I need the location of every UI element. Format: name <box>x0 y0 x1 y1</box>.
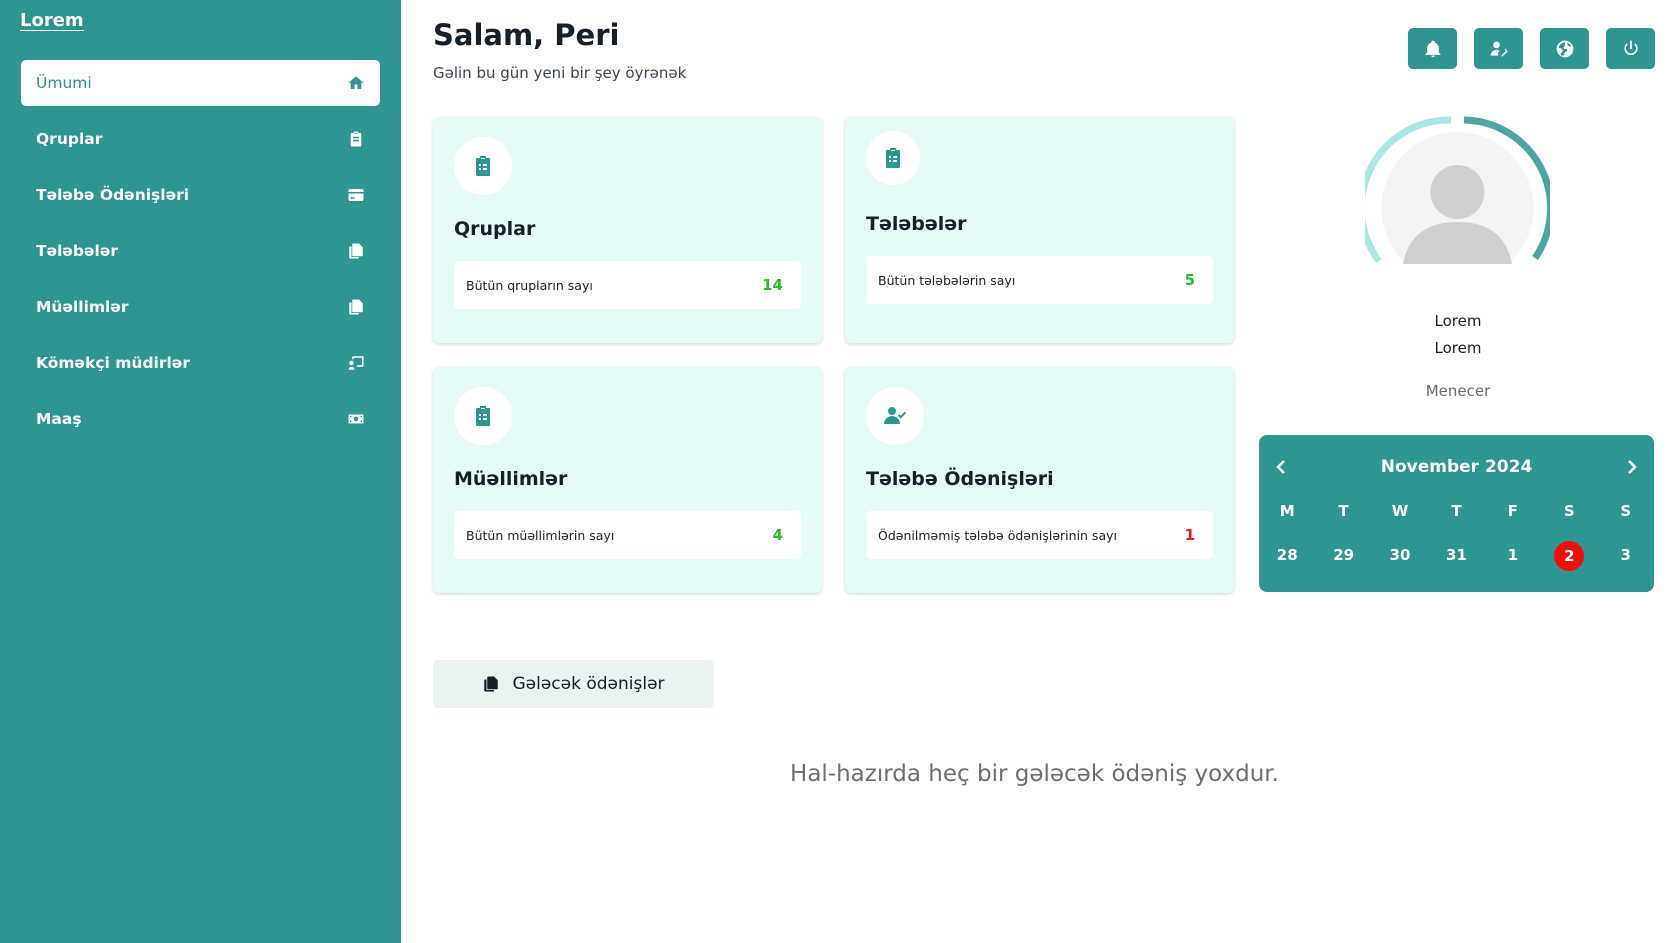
sidebar-item-qruplar[interactable]: Qruplar <box>21 116 380 162</box>
weekday-label: S <box>1620 502 1632 520</box>
card-title: Qruplar <box>454 218 536 240</box>
calendar-day-label: 31 <box>1446 546 1467 564</box>
card-stat-row: Bütün müəllimlərin sayı 4 <box>454 511 801 559</box>
edit-profile-button[interactable] <box>1474 28 1523 69</box>
sidebar: Lorem Ümumi Qruplar Tələbə Ödənişləri Tə… <box>0 0 401 943</box>
weekday-label: T <box>1338 502 1349 520</box>
clipboard-list-icon <box>866 131 920 185</box>
upcoming-payments-button[interactable]: Gələcək ödənişlər <box>433 660 714 708</box>
sidebar-item-label: Ümumi <box>36 74 92 92</box>
sidebar-item-label: Maaş <box>36 410 82 428</box>
clipboard-list-icon <box>454 137 512 195</box>
copy-icon <box>484 676 499 692</box>
card-title: Müəllimlər <box>454 468 568 490</box>
logout-button[interactable] <box>1606 28 1655 69</box>
card-stat-label: Ödənilməmiş tələbə ödənişlərinin sayı <box>878 527 1117 543</box>
calendar-day[interactable]: 3 <box>1598 541 1654 569</box>
bell-icon <box>1425 40 1440 57</box>
language-button[interactable] <box>1540 28 1589 69</box>
calendar-day-today[interactable]: 2 <box>1541 541 1597 571</box>
copy-icon <box>346 241 366 261</box>
card-stat-row: Ödənilməmiş tələbə ödənişlərinin sayı 1 <box>866 511 1213 559</box>
sidebar-item-komekci-mudirler[interactable]: Köməkçi müdirlər <box>21 340 380 386</box>
calendar-day-label: 28 <box>1276 546 1298 564</box>
card-title: Tələbə Ödənişləri <box>866 468 1054 490</box>
calendar-month-label: November 2024 <box>1380 457 1533 477</box>
calendar-day[interactable]: 30 <box>1372 541 1428 569</box>
weekday-label: F <box>1507 502 1519 520</box>
calendar-day-label: 29 <box>1333 546 1355 564</box>
weekday-label: W <box>1391 502 1409 520</box>
money-icon <box>346 409 366 429</box>
empty-state-message: Hal-hazırda heç bir gələcək ödəniş yoxdu… <box>790 761 1279 787</box>
globe-icon <box>1556 40 1573 57</box>
user-edit-icon <box>1490 41 1508 56</box>
weekday-label: T <box>1451 502 1462 520</box>
profile-role: Menecer <box>1425 382 1491 400</box>
calendar-day[interactable]: 28 <box>1259 541 1315 569</box>
card-stat-row: Bütün tələbələrin sayı 5 <box>866 256 1213 304</box>
calendar-day-label: 3 <box>1620 546 1631 564</box>
chalkboard-user-icon <box>346 353 366 373</box>
calendar-day-label: 1 <box>1507 546 1519 564</box>
calendar-week: 28 29 30 31 1 2 3 <box>1259 541 1654 571</box>
weekday-label: M <box>1279 502 1295 520</box>
card-stat-value: 4 <box>772 526 783 544</box>
stat-card-student-payments[interactable]: Tələbə Ödənişləri Ödənilməmiş tələbə ödə… <box>845 367 1234 593</box>
sidebar-item-label: Qruplar <box>36 130 103 148</box>
sidebar-nav: Ümumi Qruplar Tələbə Ödənişləri Tələbələ… <box>21 60 380 452</box>
card-stat-value: 5 <box>1184 271 1195 289</box>
sidebar-item-umumi[interactable]: Ümumi <box>21 60 380 106</box>
profile-name-last: Lorem <box>1434 339 1482 357</box>
copy-icon <box>346 297 366 317</box>
card-stat-label: Bütün müəllimlərin sayı <box>466 527 615 543</box>
calendar-day[interactable]: 29 <box>1315 541 1371 569</box>
calendar: November 2024 M T W T F S S 28 29 30 31 … <box>1259 435 1654 592</box>
calendar-day[interactable]: 31 <box>1428 541 1484 569</box>
sidebar-item-muellimler[interactable]: Müəllimlər <box>21 284 380 330</box>
clipboard-list-icon <box>454 387 512 445</box>
calendar-day-label: 30 <box>1389 546 1411 564</box>
sidebar-item-label: Müəllimlər <box>36 298 129 316</box>
card-stat-label: Bütün qrupların sayı <box>466 277 593 293</box>
card-stat-label: Bütün tələbələrin sayı <box>878 272 1016 288</box>
page-subtitle: Gəlin bu gün yeni bir şey öyrənək <box>433 64 687 82</box>
sidebar-item-telebeler[interactable]: Tələbələr <box>21 228 380 274</box>
power-icon <box>1623 40 1638 55</box>
credit-card-icon <box>346 185 366 205</box>
card-stat-row: Bütün qrupların sayı 14 <box>454 261 801 309</box>
stat-card-students[interactable]: Tələbələr Bütün tələbələrin sayı 5 <box>845 117 1234 343</box>
app-logo[interactable]: Lorem <box>20 10 84 31</box>
calendar-next-button[interactable] <box>1619 455 1643 479</box>
weekday-label: S <box>1563 502 1575 520</box>
avatar[interactable] <box>1357 116 1555 284</box>
sidebar-item-maas[interactable]: Maaş <box>21 396 380 442</box>
card-stat-value: 1 <box>1184 526 1195 544</box>
notifications-button[interactable] <box>1408 28 1457 69</box>
card-title: Tələbələr <box>866 213 967 235</box>
top-actions <box>1408 28 1655 69</box>
sidebar-item-label: Tələbələr <box>36 242 118 260</box>
sidebar-item-telebe-odenisleri[interactable]: Tələbə Ödənişləri <box>21 172 380 218</box>
home-icon <box>346 73 366 93</box>
profile-name-first: Lorem <box>1434 312 1482 330</box>
sidebar-item-label: Köməkçi müdirlər <box>36 354 190 372</box>
user-check-icon <box>866 387 924 445</box>
sidebar-item-label: Tələbə Ödənişləri <box>36 186 190 204</box>
app-root: Lorem Ümumi Qruplar Tələbə Ödənişləri Tə… <box>0 0 1668 943</box>
calendar-day[interactable]: 1 <box>1485 541 1541 569</box>
chevron-right-icon <box>1628 460 1637 474</box>
page-title: Salam, Peri <box>433 18 620 52</box>
stat-card-teachers[interactable]: Müəllimlər Bütün müəllimlərin sayı 4 <box>433 367 822 593</box>
stat-card-groups[interactable]: Qruplar Bütün qrupların sayı 14 <box>433 117 822 343</box>
card-stat-value: 14 <box>762 276 783 294</box>
clipboard-icon <box>346 129 366 149</box>
upcoming-payments-label: Gələcək ödənişlər <box>512 674 665 694</box>
calendar-day-label: 2 <box>1554 541 1585 571</box>
calendar-weekdays: M T W T F S S <box>1259 497 1654 525</box>
